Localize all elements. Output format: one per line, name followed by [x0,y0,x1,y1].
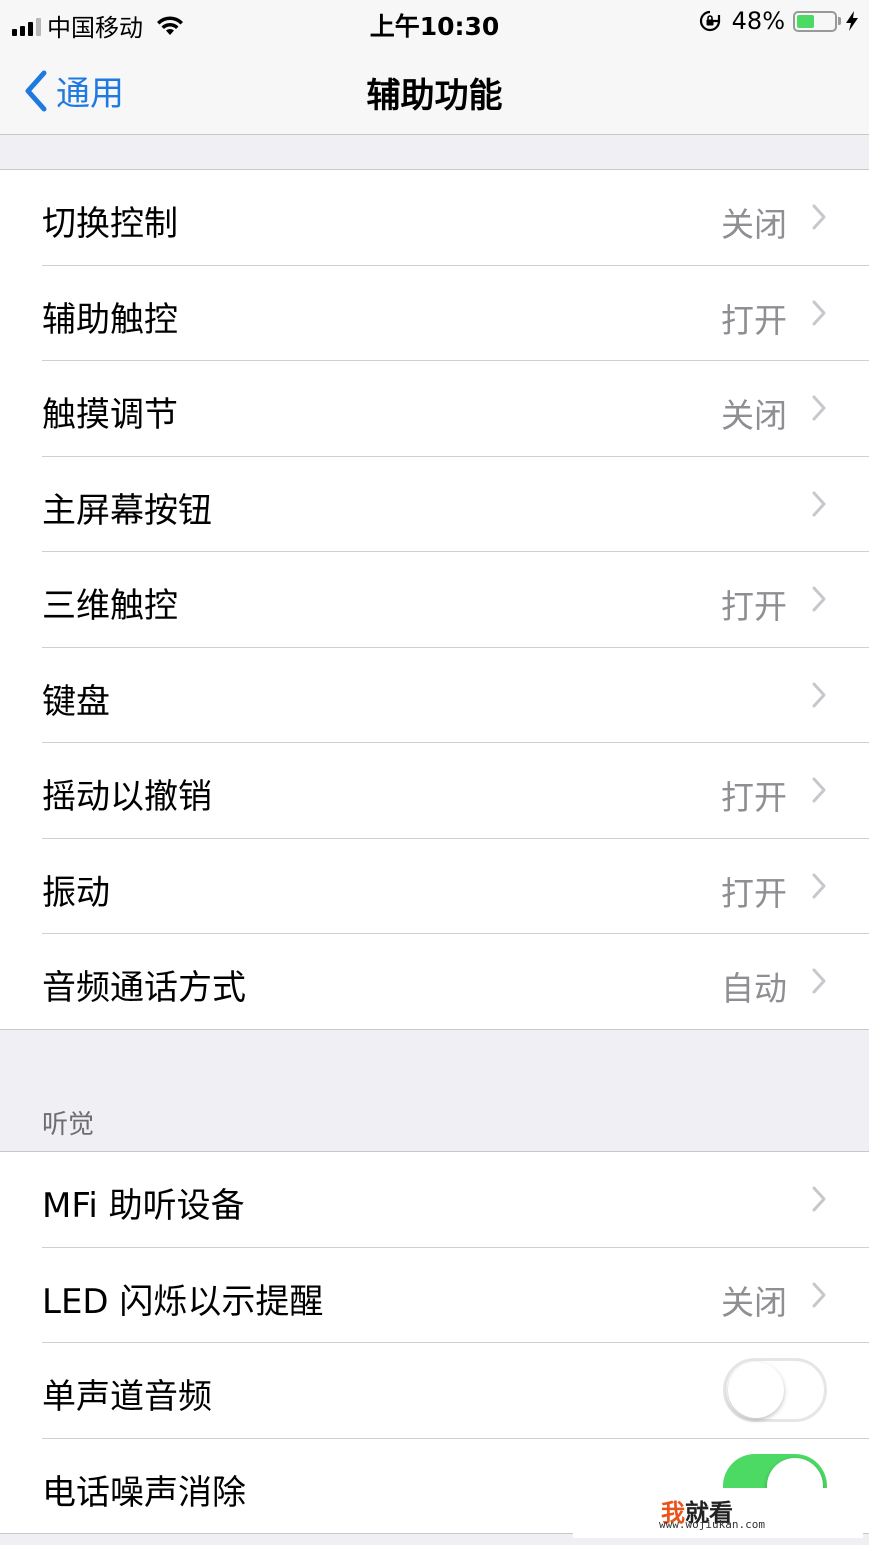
settings-group-hearing: MFi 助听设备 LED 闪烁以示提醒 关闭 单声道音频 电话噪声消除 [0,1151,869,1534]
chevron-right-icon [812,1186,826,1212]
mono-audio-toggle[interactable] [723,1358,827,1422]
watermark-url: www.wojiukan.com [659,1518,765,1531]
row-label: 键盘 [42,681,110,722]
toggle-knob [728,1362,784,1418]
chevron-right-icon [812,777,826,803]
row-vibration[interactable]: 振动 打开 [42,839,869,934]
section-header-hearing: 听觉 [42,1110,95,1140]
row-value: 打开 [721,300,787,340]
row-label: 电话噪声消除 [42,1472,246,1513]
navigation-bar: 通用 辅助功能 [0,44,869,135]
page-title: 辅助功能 [366,76,503,116]
chevron-right-icon [812,873,826,898]
row-value: 关闭 [721,396,787,435]
row-label: 触摸调节 [42,395,178,435]
watermark: 我就看 www.wojiukan.com [573,1488,863,1538]
row-assistive-touch[interactable]: 辅助触控 打开 [42,266,869,361]
row-label: 三维触控 [42,586,178,626]
row-label: 主屏幕按钮 [42,490,212,531]
chevron-right-icon [812,395,826,421]
settings-group-general: 切换控制 关闭 辅助触控 打开 触摸调节 关闭 主屏幕按钮 三维触控 打开 键盘… [0,169,869,1030]
orientation-lock-icon [699,10,720,32]
status-bar: 中国移动 上午10:30 48% [0,0,869,44]
row-mono-audio: 单声道音频 [42,1343,869,1439]
row-label: 切换控制 [42,204,178,244]
chevron-right-icon [812,491,826,516]
row-touch-accommodations[interactable]: 触摸调节 关闭 [42,361,869,457]
row-value: 打开 [721,778,787,817]
row-shake-to-undo[interactable]: 摇动以撤销 打开 [42,743,869,839]
battery-icon [793,10,841,32]
row-value: 打开 [721,587,787,626]
row-value: 自动 [721,969,787,1008]
chevron-right-icon [812,586,826,612]
row-label: LED 闪烁以示提醒 [42,1281,324,1322]
chevron-right-icon [812,204,826,230]
row-switch-control[interactable]: 切换控制 关闭 [42,170,869,266]
row-call-audio-routing[interactable]: 音频通话方式 自动 [42,934,869,1029]
row-3d-touch[interactable]: 三维触控 打开 [42,552,869,648]
row-label: 音频通话方式 [42,968,246,1008]
row-label: 单声道音频 [42,1377,212,1417]
row-keyboard[interactable]: 键盘 [42,648,869,743]
battery-percent: 48% [731,7,785,35]
charging-bolt-icon [846,11,858,31]
row-value: 关闭 [721,1282,787,1322]
row-led-flash-alerts[interactable]: LED 闪烁以示提醒 关闭 [42,1248,869,1343]
row-value: 关闭 [721,205,787,244]
row-value: 打开 [721,873,787,913]
battery-fill [797,14,815,28]
row-home-button[interactable]: 主屏幕按钮 [42,457,869,552]
row-label: 辅助触控 [42,299,178,340]
row-label: 摇动以撤销 [42,777,212,817]
chevron-right-icon [812,682,826,707]
chevron-right-icon [812,1282,826,1307]
chevron-right-icon [812,968,826,994]
row-label: MFi 助听设备 [42,1186,245,1226]
chevron-right-icon [812,300,826,325]
row-mfi-hearing-devices[interactable]: MFi 助听设备 [42,1152,869,1248]
row-label: 振动 [42,872,110,913]
status-right: 48% [698,7,859,35]
